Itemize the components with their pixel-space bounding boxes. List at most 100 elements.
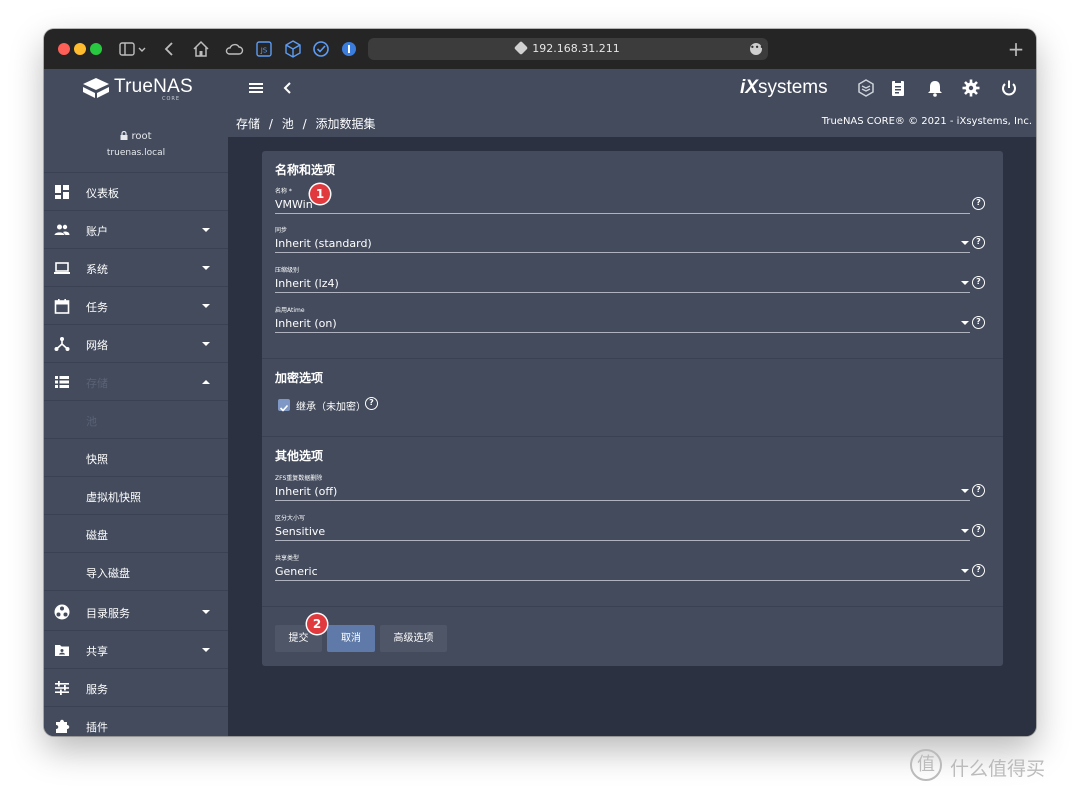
sidebar-item-dashboard[interactable]: 仪表板: [44, 173, 228, 211]
js-extension-icon[interactable]: JS: [256, 38, 272, 60]
power-icon[interactable]: [999, 78, 1019, 98]
back-icon[interactable]: [162, 38, 178, 60]
sidebar-item-network[interactable]: 网络: [44, 325, 228, 363]
minimize-window-button[interactable]: [74, 43, 86, 55]
gear-icon[interactable]: [961, 78, 981, 98]
sync-select-label: 同步: [275, 227, 288, 234]
ixsystems-logo[interactable]: iXsystems: [740, 77, 828, 99]
sidebar-item-disks[interactable]: 磁盘: [44, 515, 228, 553]
dropdown-arrow-icon[interactable]: [961, 529, 969, 533]
section-title-encryption: 加密选项: [275, 371, 324, 385]
sidebar-item-label: 磁盘: [86, 529, 108, 542]
sidebar-item-sharing[interactable]: 共享: [44, 631, 228, 669]
section-divider: [262, 606, 1003, 607]
user-host: truenas.local: [106, 148, 166, 158]
address-bar[interactable]: 192.168.31.211 •••: [368, 38, 768, 60]
sidebar-item-storage[interactable]: 存储: [44, 363, 228, 401]
sidebar-item-snapshots[interactable]: 快照: [44, 439, 228, 477]
sync-select-value[interactable]: Inherit (standard): [275, 237, 372, 250]
sidebar-item-vm-snapshots[interactable]: 虚拟机快照: [44, 477, 228, 515]
password-extension-icon[interactable]: [340, 38, 358, 60]
dropdown-arrow-icon[interactable]: [961, 569, 969, 573]
dedup-select[interactable]: ZFS重复数据删除 Inherit (off) ?: [275, 473, 985, 509]
main-content: 名称和选项 名称 * VMWin ? 同步 Inherit (standard)…: [228, 137, 1036, 736]
breadcrumb-storage[interactable]: 存储: [236, 117, 260, 131]
truenas-logo[interactable]: TrueNAS CORE: [44, 69, 228, 107]
chevron-down-icon: [202, 304, 210, 308]
sidebar-item-label: 系统: [86, 263, 108, 276]
name-field[interactable]: 名称 * VMWin ?: [275, 186, 985, 222]
sync-select[interactable]: 同步 Inherit (standard) ?: [275, 225, 985, 261]
more-icon[interactable]: •••: [750, 43, 764, 55]
sidebar-toggle-icon[interactable]: [118, 38, 148, 60]
sidebar-item-label: 网络: [86, 339, 108, 352]
case-sensitivity-select-value[interactable]: Sensitive: [275, 525, 325, 538]
field-underline: [275, 252, 970, 253]
atime-select[interactable]: 启用Atime Inherit (on) ?: [275, 305, 985, 341]
dedup-select-value[interactable]: Inherit (off): [275, 485, 337, 498]
bell-icon[interactable]: [925, 78, 945, 98]
new-tab-button[interactable]: +: [1006, 38, 1026, 60]
menu-icon[interactable]: [246, 78, 266, 98]
ixsystems-logo-suffix: systems: [757, 77, 828, 98]
zoom-window-button[interactable]: [90, 43, 102, 55]
home-icon[interactable]: [192, 38, 210, 60]
chevron-down-icon: [202, 228, 210, 232]
case-sensitivity-select[interactable]: 区分大小写 Sensitive ?: [275, 513, 985, 549]
sidebar-item-label: 导入磁盘: [86, 567, 130, 580]
breadcrumb-pools[interactable]: 池: [282, 117, 294, 131]
help-icon[interactable]: ?: [972, 524, 985, 537]
inherit-encryption-label[interactable]: 继承（未加密）: [296, 398, 366, 413]
close-window-button[interactable]: [58, 43, 70, 55]
cloud-icon[interactable]: [224, 38, 244, 60]
check-extension-icon[interactable]: [312, 38, 330, 60]
breadcrumb: 存储 / 池 / 添加数据集: [236, 115, 375, 132]
collapse-icon[interactable]: [278, 78, 298, 98]
sidebar-item-plugins[interactable]: 插件: [44, 707, 228, 736]
help-icon[interactable]: ?: [972, 276, 985, 289]
sidebar-item-tasks[interactable]: 任务: [44, 287, 228, 325]
help-icon[interactable]: ?: [972, 197, 985, 210]
compression-select-label: 压缩级别: [275, 267, 300, 274]
clipboard-icon[interactable]: [888, 78, 908, 98]
help-icon[interactable]: ?: [365, 397, 378, 410]
help-icon[interactable]: ?: [972, 236, 985, 249]
truecommand-icon[interactable]: [856, 78, 876, 98]
breadcrumb-bar: 存储 / 池 / 添加数据集 TrueNAS CORE® © 2021 - iX…: [228, 107, 1036, 137]
dropdown-arrow-icon[interactable]: [961, 489, 969, 493]
compression-select[interactable]: 压缩级别 Inherit (lz4) ?: [275, 265, 985, 301]
name-field-value[interactable]: VMWin: [275, 198, 313, 211]
advanced-options-button[interactable]: 高级选项: [380, 625, 447, 652]
watermark-logo: 值: [910, 749, 942, 781]
inherit-encryption-checkbox[interactable]: [278, 399, 290, 412]
sidebar-item-services[interactable]: 服务: [44, 669, 228, 707]
chevron-down-icon: [202, 266, 210, 270]
breadcrumb-separator: /: [302, 117, 307, 131]
chevron-down-icon: [202, 342, 210, 346]
sidebar-item-directory-services[interactable]: 目录服务: [44, 593, 228, 631]
calendar-icon: [54, 299, 70, 314]
app-header: TrueNAS CORE iXsystems: [44, 69, 1036, 107]
sidebar-item-label: 虚拟机快照: [86, 491, 141, 504]
cancel-button[interactable]: 取消: [327, 625, 375, 652]
sidebar-item-import-disk[interactable]: 导入磁盘: [44, 553, 228, 591]
share-type-select[interactable]: 共享类型 Generic ?: [275, 553, 985, 589]
help-icon[interactable]: ?: [972, 484, 985, 497]
dropdown-arrow-icon[interactable]: [961, 321, 969, 325]
sidebar-item-system[interactable]: 系统: [44, 249, 228, 287]
name-field-label: 名称 *: [275, 188, 292, 195]
sidebar-item-accounts[interactable]: 账户: [44, 211, 228, 249]
sidebar-item-label: 目录服务: [86, 607, 130, 620]
sidebar-item-label: 服务: [86, 683, 108, 696]
compression-select-value[interactable]: Inherit (lz4): [275, 277, 339, 290]
dropdown-arrow-icon[interactable]: [961, 241, 969, 245]
folder-share-icon: [55, 645, 69, 656]
dropdown-arrow-icon[interactable]: [961, 281, 969, 285]
browser-window: JS 192.168.31.211 ••• + TrueNAS CORE iXs…: [44, 29, 1036, 736]
sidebar-item-pools[interactable]: 池: [44, 401, 228, 439]
help-icon[interactable]: ?: [972, 564, 985, 577]
atime-select-value[interactable]: Inherit (on): [275, 317, 337, 330]
share-type-select-value[interactable]: Generic: [275, 565, 318, 578]
help-icon[interactable]: ?: [972, 316, 985, 329]
cube-extension-icon[interactable]: [284, 38, 302, 60]
